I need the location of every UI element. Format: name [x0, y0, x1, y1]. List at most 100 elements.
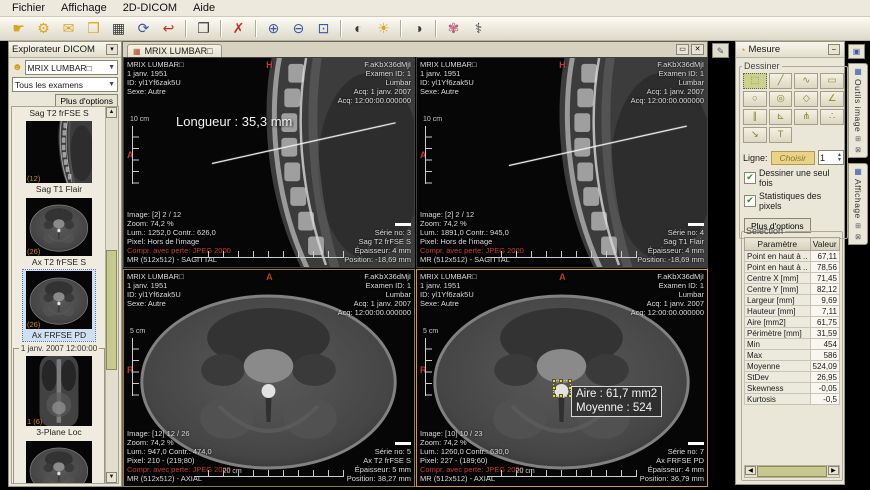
draw-once-checkbox[interactable]: ✔ — [744, 172, 756, 184]
undo-icon[interactable]: ↩ — [156, 18, 181, 39]
collapse-panel-button[interactable]: – — [828, 44, 840, 55]
maximize-button[interactable]: ▭ — [676, 44, 689, 55]
roi-shape[interactable] — [552, 379, 572, 398]
exam-info-line: F.aKbX36dMjI — [657, 272, 704, 281]
table-row[interactable]: Périmètre [mm] 31,59 — [744, 327, 840, 339]
table-row[interactable]: Min 454 — [744, 338, 840, 350]
query-retrieve-icon[interactable]: ⚙ — [31, 18, 56, 39]
tool-line[interactable]: ╱ — [768, 73, 793, 89]
tab-outils-image[interactable]: ▦ Outils image ⊞ ⊠ — [848, 63, 868, 159]
table-row[interactable]: Aire [mm2] 61,75 — [744, 316, 840, 328]
thumb-sag-t1-flair[interactable]: (12) Sag T1 Flair — [23, 120, 95, 195]
tool-ellipse[interactable]: ○ — [743, 91, 767, 107]
selection-group: Sélection Paramètre Valeur Point en haut… — [741, 226, 843, 481]
table-row[interactable]: Moyenne 524,09 — [744, 360, 840, 372]
orientation-marker-top: A — [559, 272, 566, 282]
table-row[interactable]: StDev 26,95 — [744, 371, 840, 383]
scroll-down-icon[interactable]: ▼ — [106, 472, 117, 483]
stepper-arrows-icon[interactable]: ▲ ▼ — [837, 152, 842, 163]
archive-icon[interactable]: ❒ — [81, 18, 106, 39]
viewer-tab[interactable]: ▦ MRIX LUMBAR□ — [127, 44, 222, 57]
viewport-sag-t2[interactable]: MRIX LUMBAR□ 1 janv. 1951 ID: yl1Yf6zak5U S… — [123, 57, 415, 268]
series-info-line: Sag T1 Flair — [663, 237, 704, 246]
tool-angle[interactable]: ∠ — [820, 91, 844, 107]
table-row[interactable]: Centre X [mm] 71,45 — [744, 272, 840, 284]
menu-item[interactable]: Aide — [185, 1, 223, 15]
column-header-valeur[interactable]: Valeur — [809, 237, 840, 251]
scroll-right-icon[interactable]: ▶ — [827, 466, 839, 475]
zoom-in-icon[interactable]: ⊕ — [261, 18, 286, 39]
thumb-ax-loc[interactable]: 2 (6) — [23, 440, 95, 483]
invert-icon[interactable]: ◑ — [406, 18, 431, 39]
brain-preset-icon[interactable]: ✾ — [441, 18, 466, 39]
paste-special-icon[interactable]: ❐ — [191, 18, 216, 39]
series-badge: (26) — [27, 320, 41, 329]
close-button[interactable]: ✕ — [691, 44, 704, 55]
annotation-tool-button[interactable]: ✎ — [712, 43, 729, 58]
report-icon[interactable]: ✉ — [56, 18, 81, 39]
thumb-ax-frfse-pd[interactable]: (26) Ax FRFSE PD — [22, 269, 96, 342]
series-badge: (26) — [27, 247, 41, 256]
line-color-button[interactable]: Choisir — [770, 150, 815, 165]
scroll-up-icon[interactable]: ▲ — [106, 107, 117, 118]
menu-item[interactable]: Affichage — [53, 1, 115, 15]
zoom-region-icon[interactable]: ⊡ — [311, 18, 336, 39]
undock-icon[interactable]: ⊠ — [855, 146, 861, 154]
table-row[interactable]: Largeur [mm] 9,69 — [744, 294, 840, 306]
undock-icon[interactable]: ⊠ — [855, 233, 861, 241]
explorer-scrollbar[interactable]: ▲ ▼ — [105, 107, 118, 483]
tab-affichage[interactable]: ▦ Affichage ⊞ ⊠ — [848, 163, 868, 246]
table-row[interactable]: Point en haut à .. 67,11 — [744, 250, 840, 262]
table-row[interactable]: Hauteur [mm] 7,11 — [744, 305, 840, 317]
column-header-parametre[interactable]: Paramètre — [744, 237, 811, 251]
viewport-ax-frfse-pd[interactable]: MRIX LUMBAR□ 1 janv. 1951 ID: yl1Yf6zak5U S… — [416, 269, 708, 487]
table-row[interactable]: Max 586 — [744, 349, 840, 361]
reload-series-icon[interactable]: ⟳ — [131, 18, 156, 39]
window-level-icon[interactable]: ☀ — [371, 18, 396, 39]
zoom-out-icon[interactable]: ⊖ — [286, 18, 311, 39]
table-row[interactable]: Centre Y [mm] 82,12 — [744, 283, 840, 295]
viewport-ax-t2[interactable]: MRIX LUMBAR□ 1 janv. 1951 ID: yl1Yf6zak5U S… — [123, 269, 415, 487]
tool-parallel-lines[interactable]: ∥ — [743, 109, 767, 125]
tool-polyline[interactable]: ∿ — [794, 73, 819, 89]
param-name-cell: Skewness — [744, 382, 811, 394]
delete-icon[interactable]: ✗ — [226, 18, 251, 39]
patient-info-line: MRIX LUMBAR□ — [420, 60, 477, 69]
scroll-left-icon[interactable]: ◀ — [745, 466, 756, 475]
table-row[interactable]: Skewness -0,05 — [744, 382, 840, 394]
menu-item[interactable]: 2D-DICOM — [115, 1, 185, 15]
tool-polygon[interactable]: ◇ — [794, 91, 819, 107]
window-width-bar — [688, 223, 704, 226]
menu-item[interactable]: Fichier — [4, 1, 53, 15]
pin-icon[interactable]: ⊞ — [855, 222, 861, 230]
scrollbar-thumb[interactable] — [106, 249, 117, 371]
line-width-stepper[interactable]: 1 ▲ ▼ — [817, 150, 844, 165]
exam-filter-select[interactable]: Tous les examens ▼ — [12, 77, 118, 92]
tool-text[interactable]: T — [768, 127, 793, 143]
table-row[interactable]: Kurtosis -0,5 — [744, 393, 840, 405]
pin-icon[interactable]: ⊞ — [855, 135, 861, 143]
scrollbar-thumb[interactable] — [757, 466, 827, 477]
thumb-ax-t2-frfse[interactable]: (26) Ax T2 frFSE S — [23, 197, 95, 268]
param-name-cell: Kurtosis — [744, 393, 811, 405]
tool-cobb-angle[interactable]: ⋔ — [794, 109, 819, 125]
open-study-icon[interactable]: ☛ — [6, 18, 31, 39]
tool-point-marker[interactable]: ∴ — [820, 109, 844, 125]
skeleton-preset-icon[interactable]: ⚕ — [466, 18, 491, 39]
pixel-stats-checkbox[interactable]: ✔ — [744, 195, 756, 207]
layout-grid-icon[interactable]: ▦ — [106, 18, 131, 39]
table-horizontal-scrollbar[interactable]: ◀ ▶ — [744, 465, 840, 478]
thumb-3-plane-loc[interactable]: 1 (6) 3-Plane Loc — [23, 355, 95, 438]
tool-circle[interactable]: ◎ — [768, 91, 793, 107]
explorer-menu-button[interactable]: ▾ — [106, 44, 118, 55]
dock-panel-button[interactable]: ▣ — [848, 44, 865, 59]
tool-select[interactable]: ⬚ — [743, 73, 767, 89]
study-select[interactable]: MRIX LUMBAR□ ▼ — [24, 60, 118, 75]
tool-open-angle[interactable]: ⊾ — [768, 109, 793, 125]
param-value-cell: -0,5 — [809, 393, 840, 405]
tool-rectangle[interactable]: ▭ — [820, 73, 844, 89]
brightness-icon[interactable]: ◐ — [346, 18, 371, 39]
tool-arrow[interactable]: ↘ — [743, 127, 767, 143]
table-row[interactable]: Point en haut à .. 78,56 — [744, 261, 840, 273]
viewport-sag-t1-flair[interactable]: MRIX LUMBAR□ 1 janv. 1951 ID: yl1Yf6zak5U S… — [416, 57, 708, 268]
